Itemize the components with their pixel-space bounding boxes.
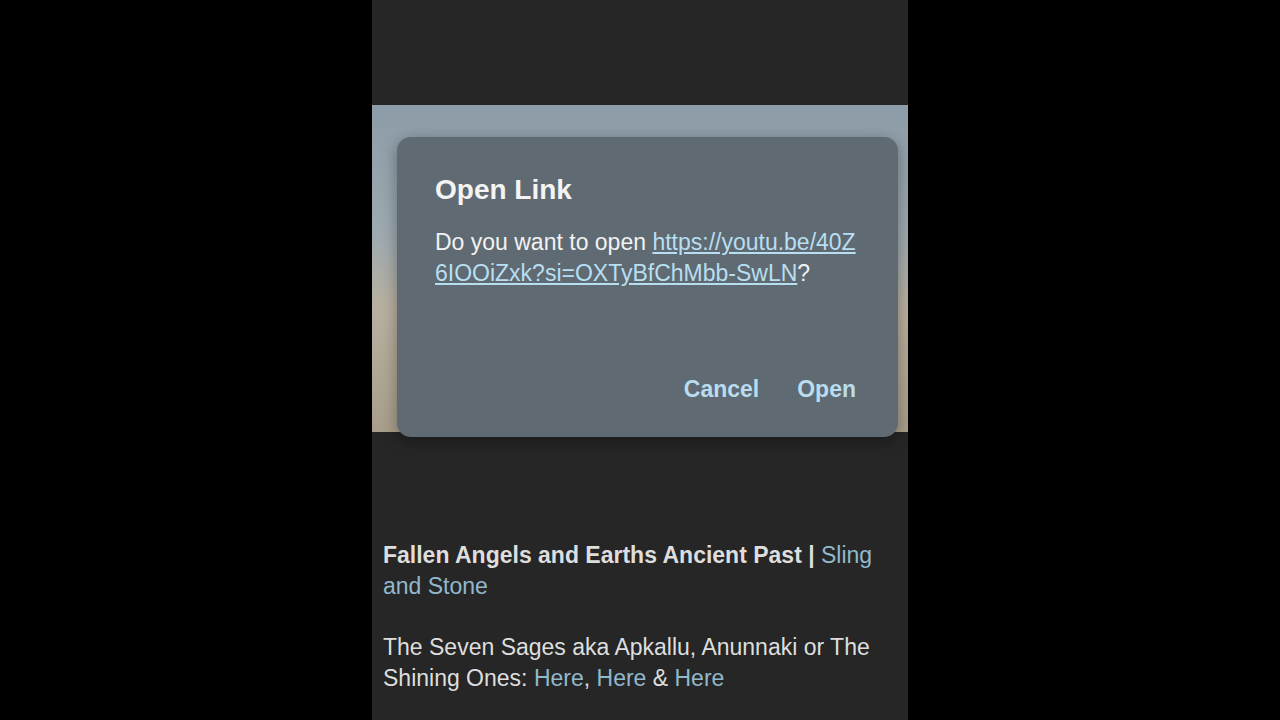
text: Do you want to open (435, 229, 652, 255)
cancel-button[interactable]: Cancel (680, 368, 763, 411)
dialog-title: Open Link (435, 173, 860, 207)
link[interactable]: Here (534, 665, 584, 691)
text: , (584, 665, 597, 691)
open-link-dialog: Open Link Do you want to open https://you… (397, 137, 898, 437)
post-body: Fallen Angels and Earths Ancient Past | … (372, 432, 908, 694)
open-button[interactable]: Open (793, 368, 860, 411)
post-line: The Seven Sages aka Apkallu, Anunnaki or… (383, 632, 897, 694)
page-column: Fallen Angels and Earths Ancient Past | … (372, 0, 908, 720)
text: ? (797, 260, 810, 286)
dialog-message: Do you want to open https://youtu.be/40Z… (435, 227, 860, 289)
text: Fallen Angels and Earths Ancient Past | (383, 542, 821, 568)
top-bar (372, 0, 908, 105)
post-title: Fallen Angels and Earths Ancient Past | … (383, 540, 897, 602)
text: & (646, 665, 674, 691)
dialog-buttons: Cancel Open (435, 328, 860, 411)
link[interactable]: Here (675, 665, 725, 691)
link[interactable]: Here (597, 665, 647, 691)
